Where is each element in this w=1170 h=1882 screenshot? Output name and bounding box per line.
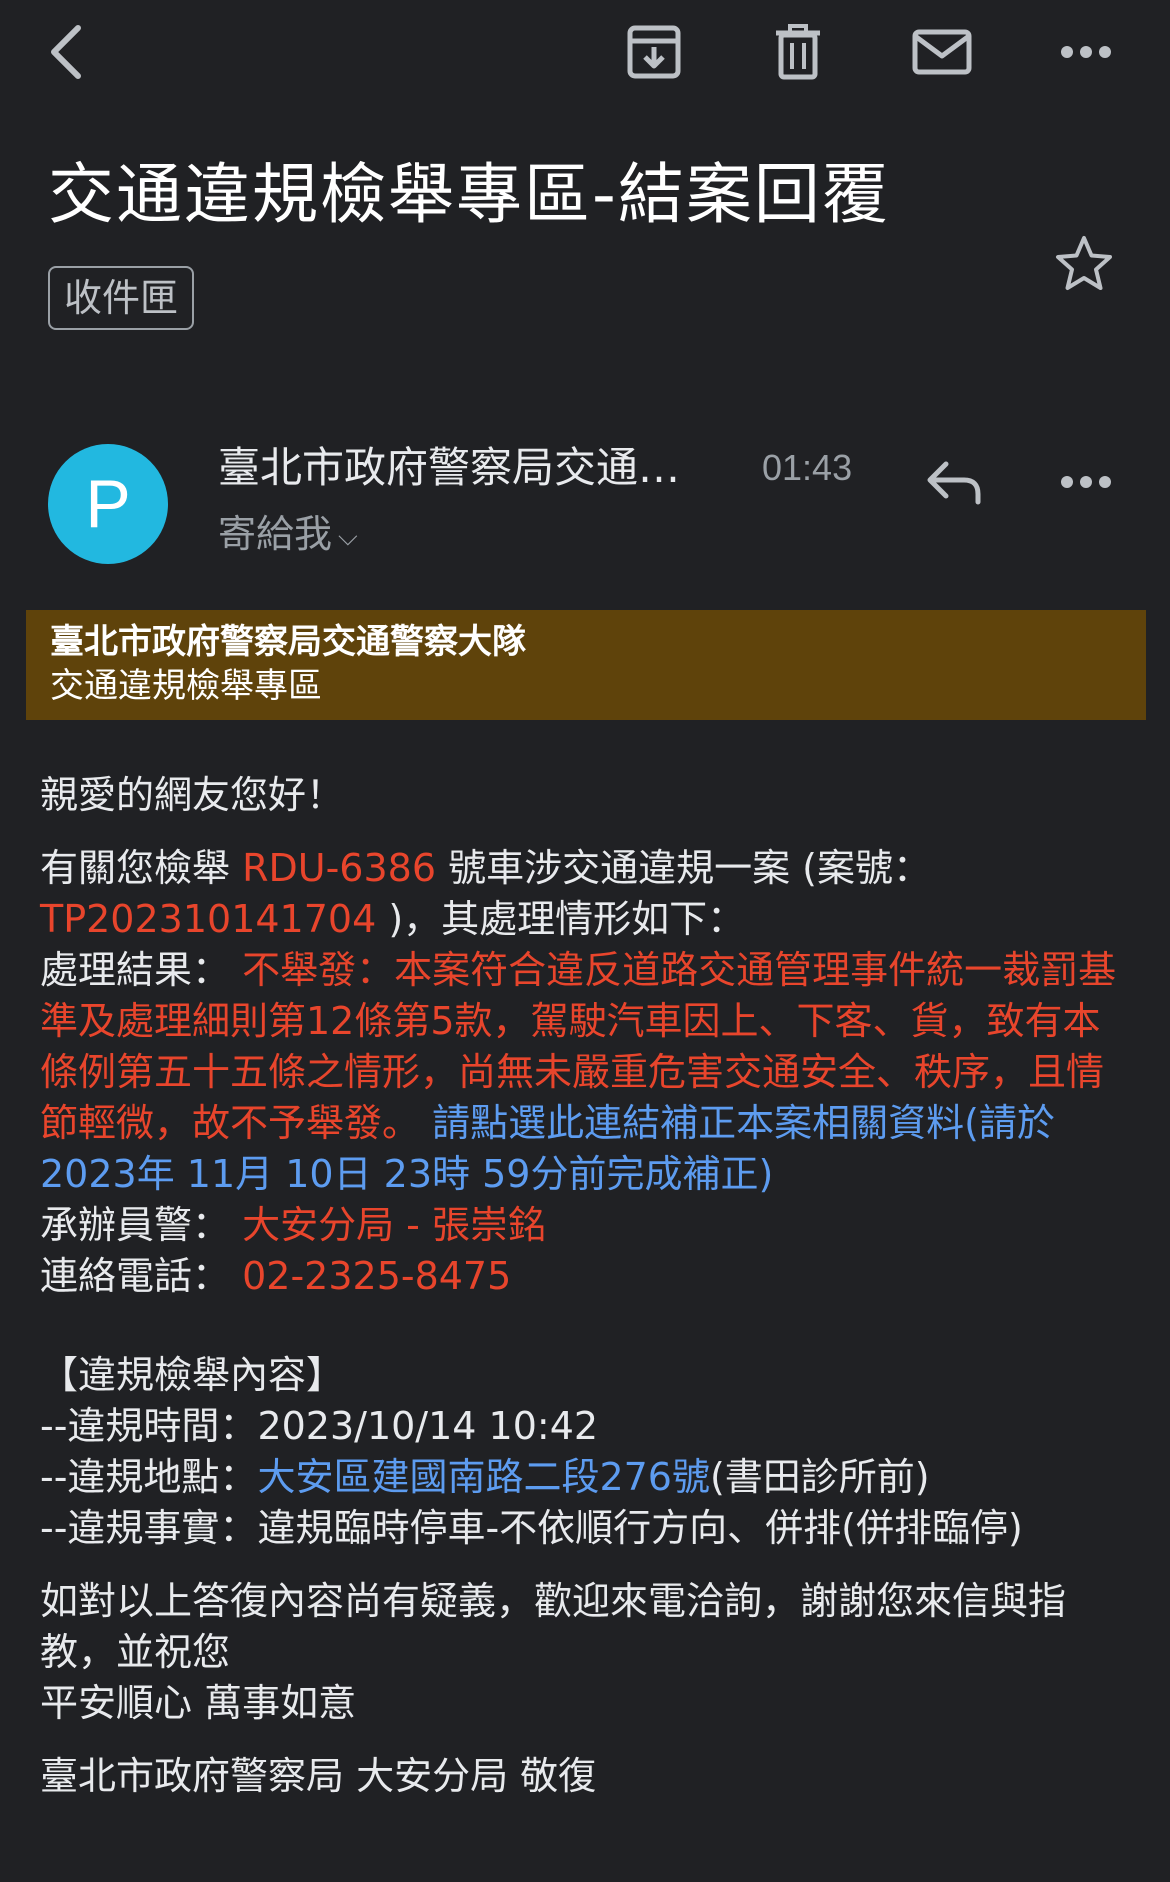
star-icon[interactable] [1052,232,1116,296]
reply-icon[interactable] [922,450,986,514]
violation-place-extra: (書田診所前) [709,1455,930,1499]
officer-line: 承辦員警： 大安分局 - 張崇銘 [40,1200,1130,1251]
violation-time: 2023/10/14 10:42 [257,1404,599,1448]
section-title: 【違規檢舉內容】 [40,1353,345,1397]
intro-text-3: )，其處理情形如下： [376,897,746,941]
officer-name: 大安分局 - 張崇銘 [242,1203,546,1247]
intro-text-2: 號車涉交通違規一案 (案號： [436,846,931,890]
recipient-details[interactable]: 寄給我 ⌵ [218,506,358,565]
archive-icon[interactable] [622,20,686,84]
phone-line: 連絡電話： 02-2325-8475 [40,1251,1130,1302]
recipient-label: 寄給我 [218,512,333,556]
signature: 臺北市政府警察局 大安分局 敬復 [40,1754,597,1798]
intro-text-1: 有關您檢舉 [40,846,243,890]
violation-fact: 違規臨時停車-不依順行方向、併排(併排臨停) [257,1506,1023,1550]
avatar: P [48,444,168,564]
sent-time: 01:43 [762,447,853,488]
handling-result: 處理結果： 不舉發：本案符合違反道路交通管理事件統一裁罰基準及處理細則第12條第… [40,945,1130,1200]
banner-org-name: 臺北市政府警察局交通警察大隊 [50,622,526,662]
officer-label: 承辦員警： [40,1203,243,1247]
greeting: 親愛的網友您好！ [40,773,345,817]
case-number: TP202310141704 [40,897,377,941]
violation-place-label: --違規地點： [40,1455,258,1499]
sender-row: P 臺北市政府警察局交通… 01:43 寄給我 ⌵ [0,430,1170,580]
inbox-label-chip[interactable]: 收件匣 [48,266,195,330]
trash-icon[interactable] [766,20,830,84]
phone-number[interactable]: 02-2325-8475 [242,1254,511,1298]
email-subject: 交通違規檢舉專區-結案回覆 [48,156,890,233]
license-plate: RDU-6386 [242,846,436,890]
email-body: 親愛的網友您好！ 有關您檢舉 RDU-6386 號車涉交通違規一案 (案號： TP… [40,770,1130,1802]
more-horizontal-icon[interactable] [1054,20,1118,84]
top-toolbar [0,0,1170,110]
message-more-icon[interactable] [1054,450,1118,514]
banner-section-name: 交通違規檢舉專區 [50,666,322,706]
sender-name[interactable]: 臺北市政府警察局交通… [218,438,680,498]
violation-fact-label: --違規事實： [40,1506,258,1550]
phone-label: 連絡電話： [40,1254,243,1298]
case-intro: 有關您檢舉 RDU-6386 號車涉交通違規一案 (案號： TP202310141… [40,843,1130,945]
closing-text: 如對以上答復內容尚有疑義，歡迎來電洽詢，謝謝您來信與指教，並祝您 [40,1579,1067,1674]
email-header-banner: 臺北市政府警察局交通警察大隊 交通違規檢舉專區 [26,610,1146,720]
violation-time-label: --違規時間： [40,1404,258,1448]
violation-place-line: --違規地點：大安區建國南路二段276號(書田診所前) [40,1452,1130,1503]
violation-fact-line: --違規事實：違規臨時停車-不依順行方向、併排(併排臨停) [40,1503,1130,1554]
result-label: 處理結果： [40,948,243,992]
chevron-down-icon: ⌵ [338,521,358,552]
mail-icon[interactable] [910,20,974,84]
violation-place-link[interactable]: 大安區建國南路二段276號 [257,1455,710,1499]
back-arrow-icon[interactable] [34,20,98,84]
closing-wish: 平安順心 萬事如意 [40,1681,357,1725]
violation-time-line: --違規時間：2023/10/14 10:42 [40,1401,1130,1452]
